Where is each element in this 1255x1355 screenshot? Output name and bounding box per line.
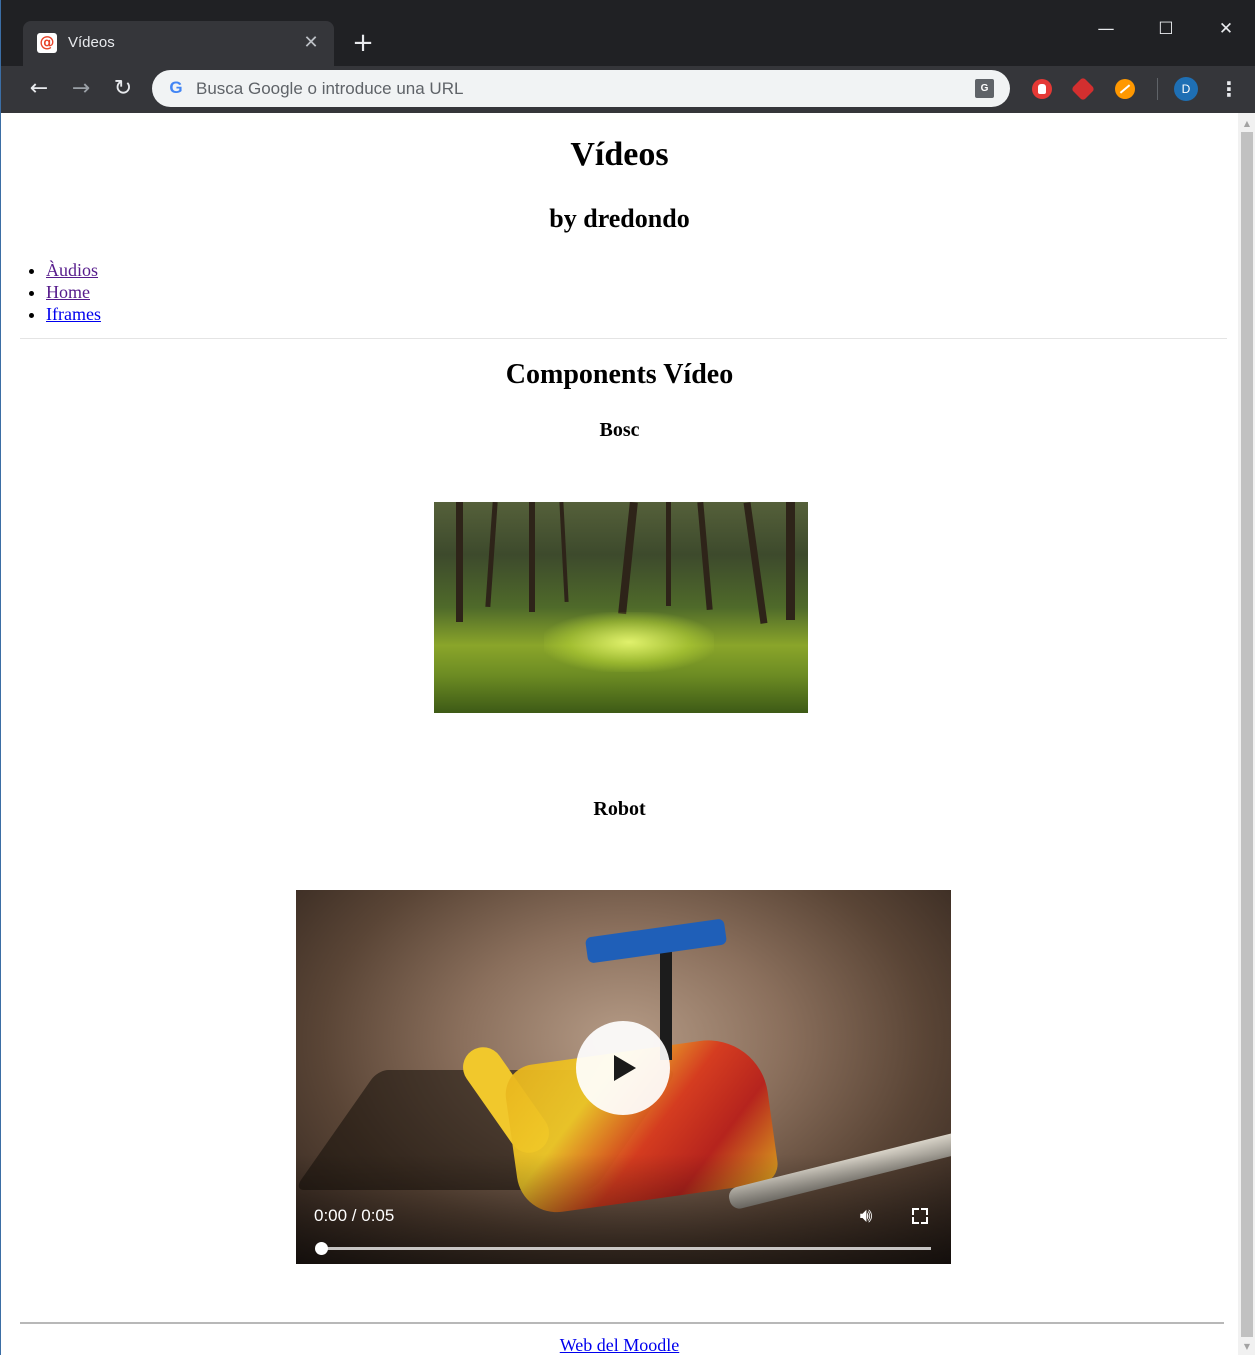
play-icon[interactable]: [576, 1021, 670, 1115]
hexagon-extension-icon[interactable]: [1070, 76, 1096, 102]
tab-close-icon[interactable]: ✕: [300, 32, 322, 54]
scrollbar[interactable]: ▲ ▼: [1238, 113, 1255, 1355]
nav-item-audios: Àudios: [46, 259, 101, 281]
video-label-robot: Robot: [593, 798, 646, 820]
top-divider: [20, 338, 1227, 339]
profile-avatar[interactable]: D: [1174, 77, 1198, 101]
translate-icon[interactable]: G: [975, 79, 994, 98]
nav-item-iframes: Iframes: [46, 303, 101, 325]
adblock-icon[interactable]: [1032, 79, 1052, 99]
robot-top: [584, 918, 728, 964]
progress-knob[interactable]: [315, 1242, 328, 1255]
orange-extension-icon[interactable]: [1115, 79, 1135, 99]
scroll-thumb[interactable]: [1241, 132, 1253, 1337]
fullscreen-icon[interactable]: [912, 1208, 928, 1224]
video-forest[interactable]: [434, 502, 808, 713]
omnibox-input[interactable]: [196, 70, 956, 107]
footer: Web del Moodle: [1, 1335, 1238, 1355]
browser-window: @ Vídeos ✕ + — ☐ ✕ ← → ↻ G G D ⋮ Vídeos …: [0, 0, 1255, 1355]
page-subtitle: by dredondo: [549, 204, 690, 233]
nav-link-audios[interactable]: Àudios: [46, 260, 98, 280]
nav-list: Àudios Home Iframes: [1, 259, 101, 325]
google-g-icon: G: [169, 78, 183, 97]
new-tab-button[interactable]: +: [348, 28, 378, 58]
page-title: Vídeos: [570, 136, 669, 173]
maximize-icon[interactable]: ☐: [1151, 14, 1181, 44]
nav-link-iframes[interactable]: Iframes: [46, 304, 101, 324]
section-title: Components Vídeo: [505, 359, 734, 390]
video-label-bosc: Bosc: [599, 419, 640, 441]
window-close-icon[interactable]: ✕: [1211, 14, 1241, 44]
tab-title: Vídeos: [68, 34, 115, 51]
volume-icon[interactable]: 🔊︎: [853, 1204, 879, 1226]
page-viewport: Vídeos by dredondo Àudios Home Iframes C…: [1, 113, 1238, 1355]
reload-icon[interactable]: ↻: [108, 74, 138, 104]
tab-strip: @ Vídeos ✕ + — ☐ ✕: [1, 0, 1255, 66]
footer-link-moodle[interactable]: Web del Moodle: [560, 1335, 680, 1355]
vertical-dots-icon[interactable]: ⋮: [1219, 74, 1239, 104]
sunlight: [544, 612, 714, 672]
moodle-favicon-icon: @: [37, 33, 57, 53]
address-bar[interactable]: G G: [152, 70, 1010, 107]
tab-videos[interactable]: @ Vídeos ✕: [23, 21, 334, 66]
progress-track[interactable]: [320, 1247, 931, 1250]
minimize-icon[interactable]: —: [1091, 14, 1121, 44]
scroll-up-icon[interactable]: ▲: [1238, 115, 1255, 132]
browser-toolbar: ← → ↻ G G D ⋮: [1, 66, 1255, 113]
nav-link-home[interactable]: Home: [46, 282, 90, 302]
arrow-right-icon[interactable]: →: [66, 74, 96, 104]
arrow-left-icon[interactable]: ←: [24, 74, 54, 104]
footer-divider: [20, 1322, 1224, 1324]
toolbar-separator: [1157, 78, 1158, 100]
video-time: 0:00 / 0:05: [314, 1206, 395, 1225]
video-robot[interactable]: 0:00 / 0:05 🔊︎: [296, 890, 951, 1264]
nav-item-home: Home: [46, 281, 101, 303]
scroll-down-icon[interactable]: ▼: [1238, 1338, 1255, 1355]
